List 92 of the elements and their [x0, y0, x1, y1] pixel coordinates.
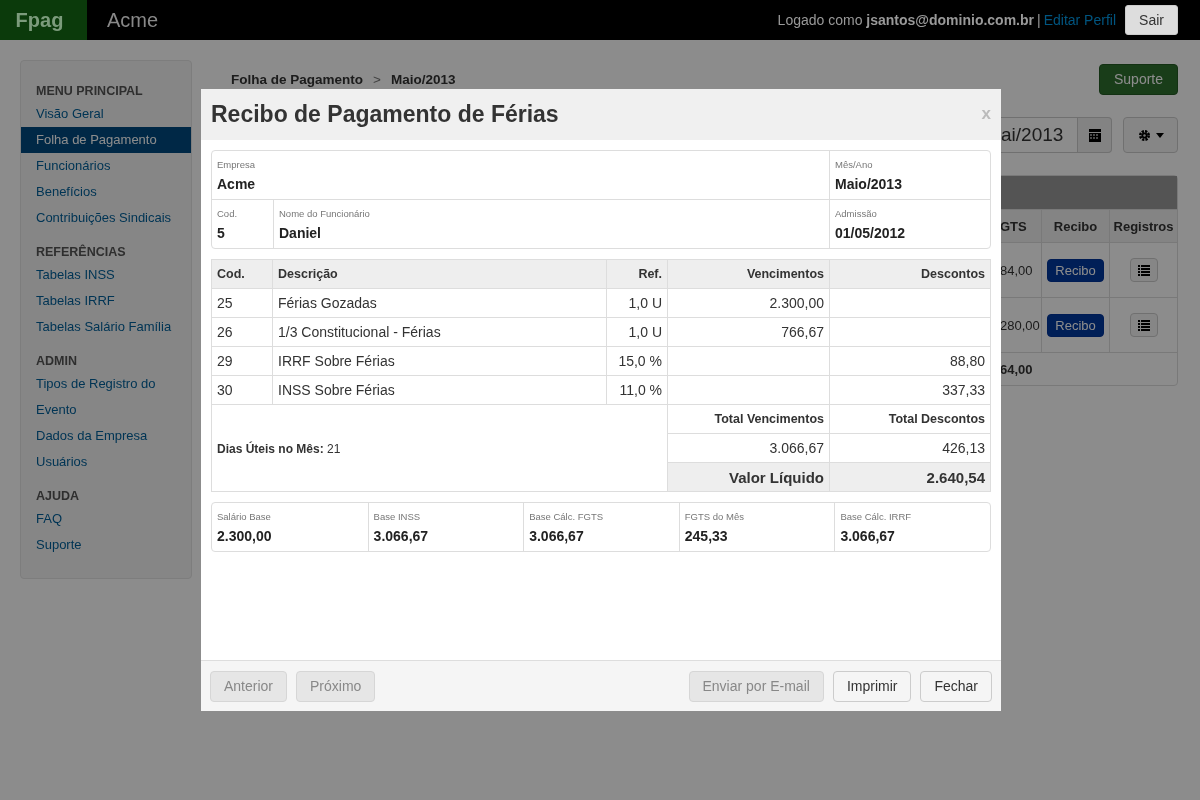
table-cell: 29 — [211, 346, 273, 376]
sidebar-heading: AJUDA — [35, 488, 81, 505]
separator: | — [1037, 12, 1041, 28]
field-value: 3.066,67 — [373, 528, 429, 544]
field-label: Nome do Funcionário — [279, 208, 370, 219]
field-value: Maio/2013 — [835, 176, 902, 192]
login-text: Logado como jsantos@dominio.com.br — [777, 12, 1034, 28]
table-cell: 1/3 Constitucional - Férias — [272, 317, 607, 347]
sidebar-item[interactable]: Tipos de Registro do Evento — [21, 371, 191, 423]
list-icon — [1137, 319, 1150, 331]
table-cell: Valor Líquido — [667, 462, 830, 492]
field-value: Acme — [217, 176, 256, 192]
sidebar-item[interactable]: Benefícios — [21, 179, 191, 205]
table-cell: 3.066,67 — [667, 433, 830, 463]
settings-icon — [1137, 128, 1151, 142]
sidebar-heading: REFERÊNCIAS — [35, 243, 127, 261]
breadcrumb-item[interactable]: Maio/2013 — [390, 71, 456, 87]
table-cell: 11,0 % — [606, 375, 668, 405]
field-label: Mês/Ano — [835, 159, 873, 170]
column-header: Cod. — [211, 259, 273, 289]
sidebar-heading: ADMIN — [35, 353, 78, 370]
breadcrumb-item[interactable]: Folha de Pagamento — [231, 71, 364, 87]
calendar-button[interactable] — [1078, 117, 1112, 153]
table-cell: 2.640,54 — [829, 462, 991, 492]
field-value: 3.066,67 — [529, 528, 584, 544]
field-value: 01/05/2012 — [835, 225, 906, 241]
sidebar-item[interactable]: Contribuições Sindicais — [21, 205, 191, 231]
field-value: 2.300,00 — [217, 528, 272, 544]
table-cell: IRRF Sobre Férias — [272, 346, 607, 376]
sidebar-item[interactable]: Usuários — [21, 449, 191, 475]
table-cell: INSS Sobre Férias — [272, 375, 607, 405]
company-name: Acme — [107, 8, 159, 32]
field-value: 245,33 — [684, 528, 728, 544]
table-cell: 15,0 % — [606, 346, 668, 376]
sidebar-item[interactable]: Dados da Empresa — [21, 423, 191, 449]
table-cell: 766,67 — [667, 317, 830, 347]
working-days-text: Dias Úteis no Mês: 21 — [217, 442, 341, 456]
field-label: Admissão — [835, 208, 877, 219]
logout-button[interactable]: Sair — [1125, 5, 1178, 35]
sidebar-item[interactable]: Tabelas Salário Família — [21, 314, 191, 340]
column-header: Total Descontos — [829, 404, 991, 434]
receipt-button[interactable]: Recibo — [1047, 258, 1104, 282]
field-label: Cod. — [217, 208, 238, 219]
column-header: Total Vencimentos — [667, 404, 830, 434]
field-label: FGTS do Mês — [684, 511, 744, 522]
field-label: Salário Base — [217, 511, 271, 522]
column-header: Vencimentos — [667, 259, 830, 289]
caret-icon — [1155, 132, 1164, 138]
sidebar-item[interactable]: Funcionários — [21, 153, 191, 179]
dialog-title: Recibo de Pagamento de Férias — [211, 101, 559, 128]
table-cell: 88,80 — [829, 346, 991, 376]
sidebar-item[interactable]: Tabelas IRRF — [21, 288, 191, 314]
brand-logo[interactable]: Fpag — [0, 0, 87, 40]
table-cell: 426,13 — [829, 433, 991, 463]
records-button[interactable] — [1129, 258, 1158, 282]
sidebar-heading: MENU PRINCIPAL — [35, 83, 144, 100]
column-header: Descontos — [829, 259, 991, 289]
sidebar-item[interactable]: Visão Geral — [21, 101, 191, 127]
breadcrumb-separator: > — [373, 71, 381, 87]
settings-button[interactable] — [1123, 117, 1178, 153]
column-header: Registros — [1109, 209, 1177, 242]
calendar-icon — [1088, 128, 1101, 142]
table-cell: 26 — [211, 317, 273, 347]
sidebar-item[interactable]: Suporte — [21, 532, 191, 558]
column-header: Descrição — [272, 259, 607, 289]
dialog-button[interactable]: Fechar — [920, 670, 992, 702]
field-label: Empresa — [217, 159, 255, 170]
table-cell: 1,0 U — [606, 317, 668, 347]
table-cell: 2.300,00 — [667, 288, 830, 318]
column-header: Recibo — [1041, 209, 1109, 242]
sidebar-item[interactable]: Tabelas INSS — [21, 262, 191, 288]
receipt-button[interactable]: Recibo — [1047, 313, 1104, 337]
table-cell: 25 — [211, 288, 273, 318]
field-label: Base INSS — [373, 511, 421, 522]
table-cell: 30 — [211, 375, 273, 405]
table-cell: 337,33 — [829, 375, 991, 405]
column-header: GTS — [1000, 209, 1041, 242]
sidebar-item[interactable]: Folha de Pagamento — [21, 127, 191, 153]
field-label: Base Cálc. FGTS — [529, 511, 604, 522]
table-cell: Férias Gozadas — [272, 288, 607, 318]
field-value: 5 — [217, 225, 225, 241]
field-value: 3.066,67 — [840, 528, 895, 544]
sidebar-item[interactable]: FAQ — [21, 506, 191, 532]
support-button[interactable]: Suporte — [1099, 63, 1178, 95]
field-value: Daniel — [279, 225, 321, 241]
table-cell: 1,0 U — [606, 288, 668, 318]
dialog-button[interactable]: Imprimir — [832, 670, 912, 702]
list-icon — [1137, 264, 1150, 276]
field-label: Base Cálc. IRRF — [840, 511, 912, 522]
column-header: Ref. — [606, 259, 668, 289]
records-button[interactable] — [1129, 313, 1158, 337]
edit-profile-link[interactable]: Editar Perfil — [1043, 12, 1116, 28]
